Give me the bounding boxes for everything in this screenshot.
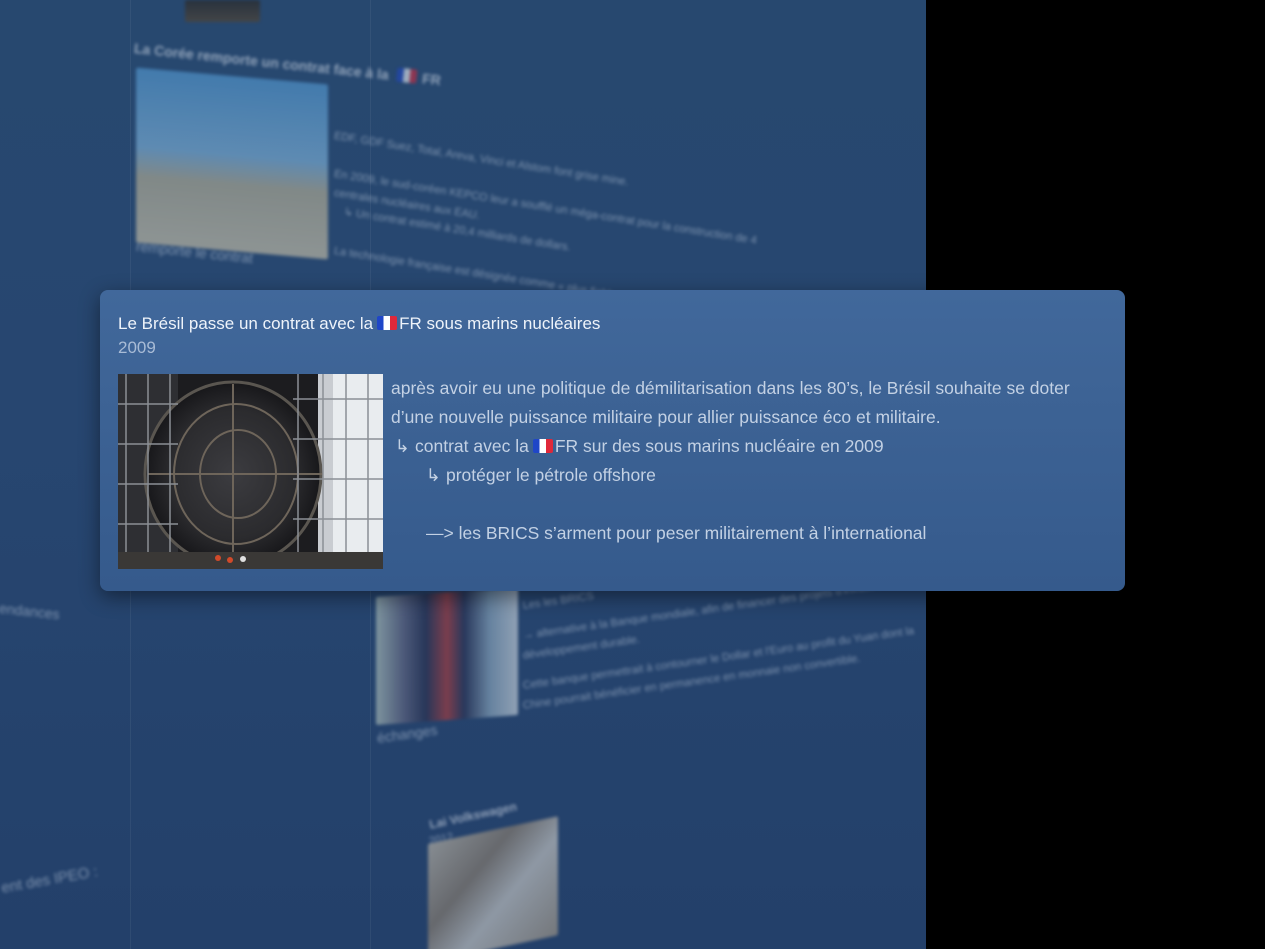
- submarine-hull-photo: [118, 374, 383, 569]
- nuclear-plant-photo: [136, 67, 328, 260]
- brics-leaders-photo: [376, 587, 518, 725]
- france-flag-icon: [395, 67, 418, 84]
- note-line-4: ↳ protéger le pétrole offshore: [426, 465, 656, 486]
- brics-line-1: Les les BRICS: [522, 590, 595, 612]
- timeline-card[interactable]: Le Brésil passe un contrat avec la FR sou…: [100, 290, 1125, 591]
- section-title-suffix: FR: [421, 70, 442, 89]
- france-flag-icon: [377, 316, 398, 330]
- card-title: Le Brésil passe un contrat avec la FR sou…: [118, 314, 600, 334]
- note-line-3-text: contrat avec la: [415, 436, 529, 456]
- mid-label: échanges: [376, 721, 439, 746]
- note-line-1: après avoir eu une politique de démilita…: [391, 378, 1070, 399]
- note-line-4-text: protéger le pétrole offshore: [446, 465, 656, 485]
- top-image: [185, 0, 260, 22]
- note-line-5: —> les BRICS s’arment pour peser militai…: [426, 523, 926, 544]
- card-title-text: Le Brésil passe un contrat avec la: [118, 314, 374, 333]
- card-title-suffix: FR sous marins nucléaires: [399, 314, 601, 333]
- note-line-1-text: après avoir eu une politique de démilita…: [391, 378, 1070, 398]
- note-line-3-suffix: FR sur des sous marins nucléaire en 2009: [554, 436, 884, 456]
- return-arrow-icon: ↳: [395, 436, 410, 456]
- note-line-2-text: d’une nouvelle puissance militaire pour …: [391, 407, 941, 427]
- card-year: 2009: [118, 338, 156, 357]
- note-line-2: d’une nouvelle puissance militaire pour …: [391, 407, 941, 428]
- note-line-5-text: —> les BRICS s’arment pour peser militai…: [426, 523, 927, 543]
- note-line-3: ↳ contrat avec la FR sur des sous marins n…: [395, 436, 884, 457]
- return-arrow-icon: ↳: [426, 465, 441, 485]
- side-label-3: ent des IPEO :: [0, 863, 100, 897]
- side-label-2: endances: [0, 600, 61, 623]
- france-flag-icon: [532, 439, 553, 453]
- screen: La Corée remporte un contrat face à la F…: [0, 0, 1265, 949]
- shipyard-photo-graphic: [118, 374, 383, 569]
